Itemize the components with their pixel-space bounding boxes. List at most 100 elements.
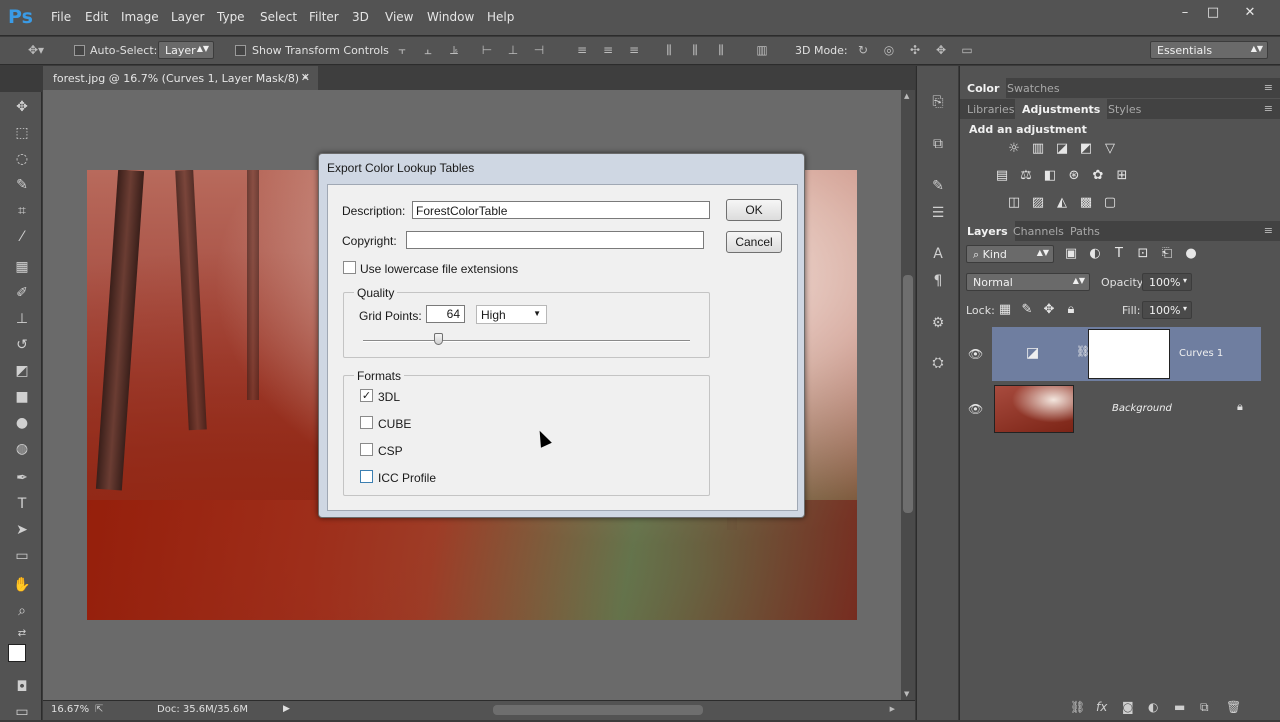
menu-select[interactable]: Select bbox=[260, 10, 297, 24]
share-icon[interactable]: ⇱ bbox=[95, 704, 103, 715]
lock-position-icon[interactable]: ✥ bbox=[1040, 301, 1058, 319]
color-lookup-icon[interactable]: ⊞ bbox=[1113, 167, 1131, 185]
new-layer-icon[interactable]: ⧉ bbox=[1200, 700, 1209, 715]
workspace-dropdown[interactable]: Essentials ▲▼ bbox=[1150, 41, 1268, 59]
visibility-eye-icon[interactable]: 👁︎ bbox=[968, 402, 983, 416]
hand-tool-icon[interactable]: ✋ bbox=[12, 575, 32, 595]
eraser-tool-icon[interactable]: ◩ bbox=[12, 361, 32, 381]
path-select-tool-icon[interactable]: ➤ bbox=[12, 520, 32, 540]
black-white-icon[interactable]: ◧ bbox=[1041, 167, 1059, 185]
align-right-icon[interactable]: ⊣ bbox=[531, 43, 547, 57]
show-transform-checkbox[interactable] bbox=[235, 45, 246, 56]
filter-pixel-icon[interactable]: ▣ bbox=[1062, 245, 1080, 263]
healing-brush-tool-icon[interactable]: ▦ bbox=[12, 257, 32, 277]
menu-window[interactable]: Window bbox=[427, 10, 474, 24]
tab-channels[interactable]: Channels bbox=[1006, 221, 1071, 241]
tab-adjustments[interactable]: Adjustments bbox=[1015, 99, 1108, 119]
quick-select-tool-icon[interactable]: ✎ bbox=[12, 175, 32, 195]
format-3dl-checkbox[interactable]: ✓ bbox=[360, 389, 373, 402]
zoom-tool-icon[interactable]: ⌕ bbox=[12, 601, 32, 621]
tab-swatches[interactable]: Swatches bbox=[1000, 78, 1067, 98]
tab-paths[interactable]: Paths bbox=[1063, 221, 1107, 241]
menu-type[interactable]: Type bbox=[217, 10, 245, 24]
auto-align-icon[interactable]: ▥ bbox=[754, 43, 770, 57]
align-bottom-icon[interactable]: ⫡ bbox=[446, 43, 462, 57]
lock-transparent-icon[interactable]: ▦ bbox=[996, 301, 1014, 319]
marquee-tool-icon[interactable]: ⬚ bbox=[12, 123, 32, 143]
delete-layer-icon[interactable]: 🗑︎ bbox=[1226, 700, 1241, 714]
foreground-color-swatch[interactable] bbox=[8, 644, 26, 662]
menu-help[interactable]: Help bbox=[487, 10, 514, 24]
layer-style-icon[interactable]: fx bbox=[1096, 700, 1107, 714]
copyright-input[interactable] bbox=[406, 231, 704, 249]
gradient-tool-icon[interactable]: ■ bbox=[12, 387, 32, 407]
levels-icon[interactable]: ▥ bbox=[1029, 140, 1047, 158]
eyedropper-tool-icon[interactable]: ⁄ bbox=[12, 227, 32, 247]
new-adjustment-icon[interactable]: ◐ bbox=[1148, 700, 1158, 714]
layer-mask-thumbnail[interactable] bbox=[1088, 329, 1170, 379]
exposure-icon[interactable]: ◩ bbox=[1077, 140, 1095, 158]
panel-menu-icon[interactable]: ≡ bbox=[1264, 81, 1273, 94]
history-brush-tool-icon[interactable]: ↺ bbox=[12, 335, 32, 355]
tab-styles[interactable]: Styles bbox=[1101, 99, 1148, 119]
layer-row-background[interactable]: Background 🔒︎ bbox=[992, 382, 1261, 436]
menu-view[interactable]: View bbox=[385, 10, 413, 24]
hue-saturation-icon[interactable]: ▤ bbox=[993, 167, 1011, 185]
format-csp-checkbox[interactable] bbox=[360, 443, 373, 456]
horizontal-scroll-thumb[interactable] bbox=[493, 705, 703, 715]
threshold-icon[interactable]: ◭ bbox=[1053, 194, 1071, 212]
auto-select-checkbox[interactable] bbox=[74, 45, 85, 56]
layer-name[interactable]: Curves 1 bbox=[1179, 348, 1223, 359]
layer-name[interactable]: Background bbox=[1112, 403, 1172, 414]
scroll-down-icon[interactable]: ▼ bbox=[904, 690, 909, 698]
minimize-button[interactable]: – bbox=[1174, 5, 1196, 21]
add-mask-icon[interactable]: ◙ bbox=[1122, 700, 1134, 714]
status-menu-arrow-icon[interactable]: ▶ bbox=[283, 704, 290, 714]
crop-tool-icon[interactable]: ⌗ bbox=[12, 201, 32, 221]
photo-filter-icon[interactable]: ⊛ bbox=[1065, 167, 1083, 185]
format-cube-checkbox[interactable] bbox=[360, 416, 373, 429]
filter-shape-icon[interactable]: ⊡ bbox=[1134, 245, 1152, 263]
grid-points-input[interactable]: 64 bbox=[426, 305, 465, 323]
distribute-hcenter-icon[interactable]: ⫼ bbox=[687, 43, 703, 57]
orbit-3d-icon[interactable]: ↻ bbox=[855, 43, 871, 57]
panel-menu-icon[interactable]: ≡ bbox=[1264, 224, 1273, 237]
color-balance-icon[interactable]: ⚖ bbox=[1017, 167, 1035, 185]
grid-points-slider-track[interactable] bbox=[363, 340, 690, 342]
info-panel-icon[interactable]: ⚙ bbox=[928, 313, 948, 333]
cancel-button[interactable]: Cancel bbox=[726, 231, 782, 253]
brush-presets-icon[interactable]: ☰ bbox=[928, 203, 948, 223]
description-input[interactable] bbox=[412, 201, 710, 219]
filter-toggle-icon[interactable]: ● bbox=[1182, 245, 1200, 263]
properties-panel-icon[interactable]: ⧉ bbox=[928, 134, 948, 154]
actions-panel-icon[interactable]: ⛭ bbox=[928, 353, 948, 373]
layer-filter-kind[interactable]: ⌕ Kind ▲▼ bbox=[966, 245, 1054, 263]
vertical-scrollbar[interactable]: ▲ ▼ bbox=[901, 90, 915, 700]
layer-row-curves[interactable]: ◪ ⛓ Curves 1 bbox=[992, 327, 1261, 381]
dodge-tool-icon[interactable]: ◍ bbox=[12, 439, 32, 459]
maximize-button[interactable]: □ bbox=[1202, 5, 1224, 21]
lock-all-icon[interactable]: 🔒︎ bbox=[1062, 301, 1080, 319]
distribute-left-icon[interactable]: ⫼ bbox=[661, 43, 677, 57]
clone-stamp-tool-icon[interactable]: ⊥ bbox=[12, 309, 32, 329]
character-panel-icon[interactable]: A bbox=[928, 244, 948, 264]
distribute-vcenter-icon[interactable]: ≡ bbox=[600, 43, 616, 57]
blend-mode-dropdown[interactable]: Normal ▲▼ bbox=[966, 273, 1090, 291]
filter-smart-object-icon[interactable]: ⎗ bbox=[1158, 245, 1176, 263]
align-left-icon[interactable]: ⊢ bbox=[479, 43, 495, 57]
format-icc-checkbox[interactable] bbox=[360, 470, 373, 483]
menu-image[interactable]: Image bbox=[121, 10, 159, 24]
move-tool-icon[interactable]: ✥ bbox=[12, 97, 32, 117]
scroll-up-icon[interactable]: ▲ bbox=[904, 92, 909, 100]
history-panel-icon[interactable]: ⎘ bbox=[928, 92, 948, 112]
screen-mode-icon[interactable]: ▭ bbox=[12, 702, 32, 722]
fill-input[interactable]: 100% ▾ bbox=[1142, 301, 1192, 319]
menu-file[interactable]: File bbox=[51, 10, 71, 24]
rectangle-tool-icon[interactable]: ▭ bbox=[12, 546, 32, 566]
align-hcenter-icon[interactable]: ⊥ bbox=[505, 43, 521, 57]
drag-3d-icon[interactable]: ✣ bbox=[907, 43, 923, 57]
type-tool-icon[interactable]: T bbox=[12, 494, 32, 514]
grid-points-slider-thumb[interactable] bbox=[434, 333, 444, 345]
swap-colors-icon[interactable]: ⇄ bbox=[12, 624, 32, 644]
quality-dropdown[interactable]: High ▼ bbox=[476, 305, 547, 324]
